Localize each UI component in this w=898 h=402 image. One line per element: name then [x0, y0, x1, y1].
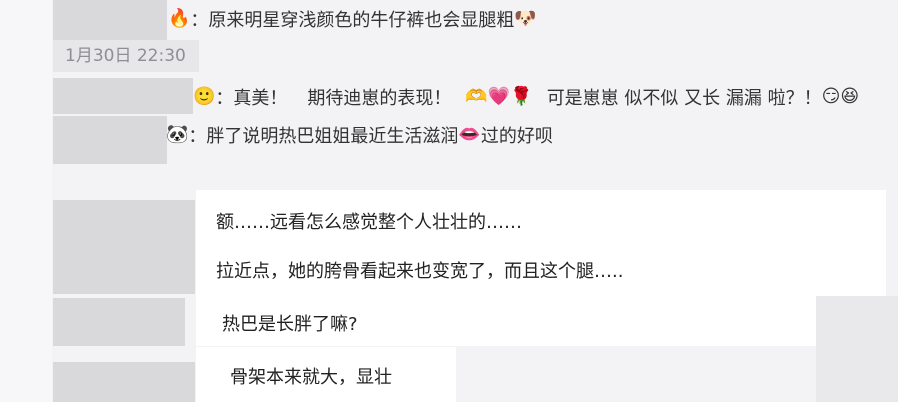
comment-text-part-3: 可是崽崽 似不似 又长 漏漏 啦？！ — [546, 88, 822, 109]
comment-row-1: 🔥 ： 原来明星穿浅颜色的牛仔裤也会显腿粗 🐶 — [168, 6, 537, 32]
comment-separator: ： — [215, 88, 234, 109]
redacted-avatar-left-1 — [53, 200, 195, 294]
comment-text-part-2: 过的好呗 — [480, 126, 553, 147]
comment-text-part-1: 真美！ — [233, 88, 288, 109]
hearts-icon: 💗 — [487, 86, 511, 107]
comment-separator: ： — [188, 126, 207, 147]
redacted-avatar-left-3 — [53, 362, 195, 402]
chat-message: 骨架本来就大，显壮 — [230, 367, 392, 388]
chat-message-line-1: 额……远看怎么感觉整个人壮壮的…… — [216, 212, 522, 233]
background-panel — [816, 296, 898, 402]
chat-message: 热巴是长胖了嘛? — [222, 314, 358, 335]
panda-face-icon: 🐼 — [166, 124, 189, 145]
chat-bubble-1: 额……远看怎么感觉整个人壮壮的…… 拉近点，她的胯骨看起来也变宽了，而且这个腿…… — [196, 190, 886, 296]
dog-face-icon: 🐶 — [514, 8, 537, 29]
comment-text-part-1: 胖了说明热巴姐姐最近生活滋润 — [206, 126, 459, 147]
redacted-username-2 — [53, 78, 193, 114]
hand-heart-icon: 🫶 — [465, 86, 488, 107]
redacted-username-3 — [53, 116, 167, 164]
redacted-avatar-left-2 — [53, 298, 185, 346]
rose-icon: 🌹 — [510, 86, 533, 107]
left-gutter — [0, 0, 52, 402]
face-icon: 🙂 — [193, 86, 216, 107]
chat-bubble-2: 热巴是长胖了嘛? — [196, 296, 816, 346]
message-timestamp: 1月30日 22:30 — [53, 40, 199, 72]
chat-message-line-2: 拉近点，她的胯骨看起来也变宽了，而且这个腿….. — [216, 261, 624, 282]
fire-icon: 🔥 — [168, 8, 191, 29]
grin-face-icon: 😆 — [840, 86, 860, 107]
lips-icon: 👄 — [458, 124, 481, 145]
chat-bubble-3: 骨架本来就大，显壮 — [196, 347, 456, 402]
comment-row-2: 🙂 ： 真美！ 期待迪崽的表现！ 🫶 💗 🌹 可是崽崽 似不似 又长 漏漏 啦？… — [193, 84, 859, 110]
comment-separator: ： — [190, 10, 209, 31]
smirk-face-icon: 😏 — [821, 86, 841, 107]
chat-screenshot: 1月30日 22:30 🔥 ： 原来明星穿浅颜色的牛仔裤也会显腿粗 🐶 🙂 ： … — [0, 0, 898, 402]
comment-row-3: 🐼 ： 胖了说明热巴姐姐最近生活滋润 👄 过的好呗 — [166, 122, 553, 148]
redacted-username-1 — [53, 0, 167, 40]
comment-text-part-2: 期待迪崽的表现！ — [307, 88, 452, 109]
comment-text: 原来明星穿浅颜色的牛仔裤也会显腿粗 — [208, 10, 515, 31]
